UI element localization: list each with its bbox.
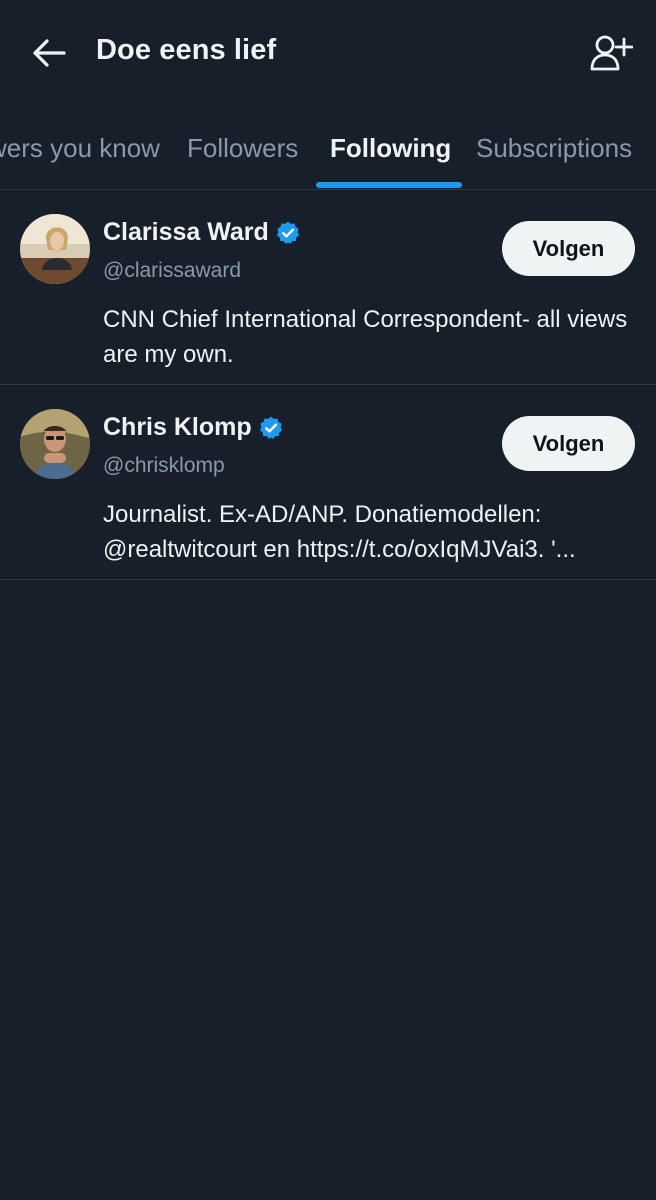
person-plus-icon — [590, 35, 633, 71]
avatar[interactable] — [20, 409, 90, 479]
page-title: Doe eens lief — [96, 34, 277, 66]
avatar[interactable] — [20, 214, 90, 284]
user-handle: @chrisklomp — [103, 454, 225, 477]
tab-bar: wers you know Followers Following Subscr… — [0, 105, 656, 190]
tab-subscriptions[interactable]: Subscriptions — [476, 133, 632, 164]
back-button[interactable] — [26, 30, 72, 76]
list-item[interactable]: Clarissa Ward @clarissaward CNN Chief In… — [0, 190, 656, 385]
arrow-left-icon — [33, 39, 66, 67]
tab-following[interactable]: Following — [330, 133, 451, 164]
top-bar: Doe eens lief — [0, 0, 656, 105]
follow-button[interactable]: Volgen — [502, 416, 635, 471]
user-bio: CNN Chief International Correspondent- a… — [103, 306, 628, 368]
list-item[interactable]: Chris Klomp @chrisklomp Journalist. Ex-A… — [0, 385, 656, 580]
active-tab-indicator — [316, 182, 462, 188]
verified-badge-icon — [259, 416, 282, 439]
user-name[interactable]: Clarissa Ward — [103, 218, 269, 247]
add-user-button[interactable] — [586, 30, 636, 76]
verified-badge-icon — [276, 221, 299, 244]
name-line: Clarissa Ward — [103, 218, 301, 247]
app-root: Doe eens lief wers you know Followers Fo… — [0, 0, 656, 1200]
follow-button[interactable]: Volgen — [502, 221, 635, 276]
user-handle: @clarissaward — [103, 259, 242, 282]
user-bio: Journalist. Ex-AD/ANP. Donatiemodellen: … — [103, 501, 576, 563]
tab-followers[interactable]: Followers — [187, 133, 298, 164]
tab-followers-you-know[interactable]: wers you know — [0, 133, 160, 164]
user-name[interactable]: Chris Klomp — [103, 413, 252, 442]
name-line: Chris Klomp — [103, 413, 284, 442]
